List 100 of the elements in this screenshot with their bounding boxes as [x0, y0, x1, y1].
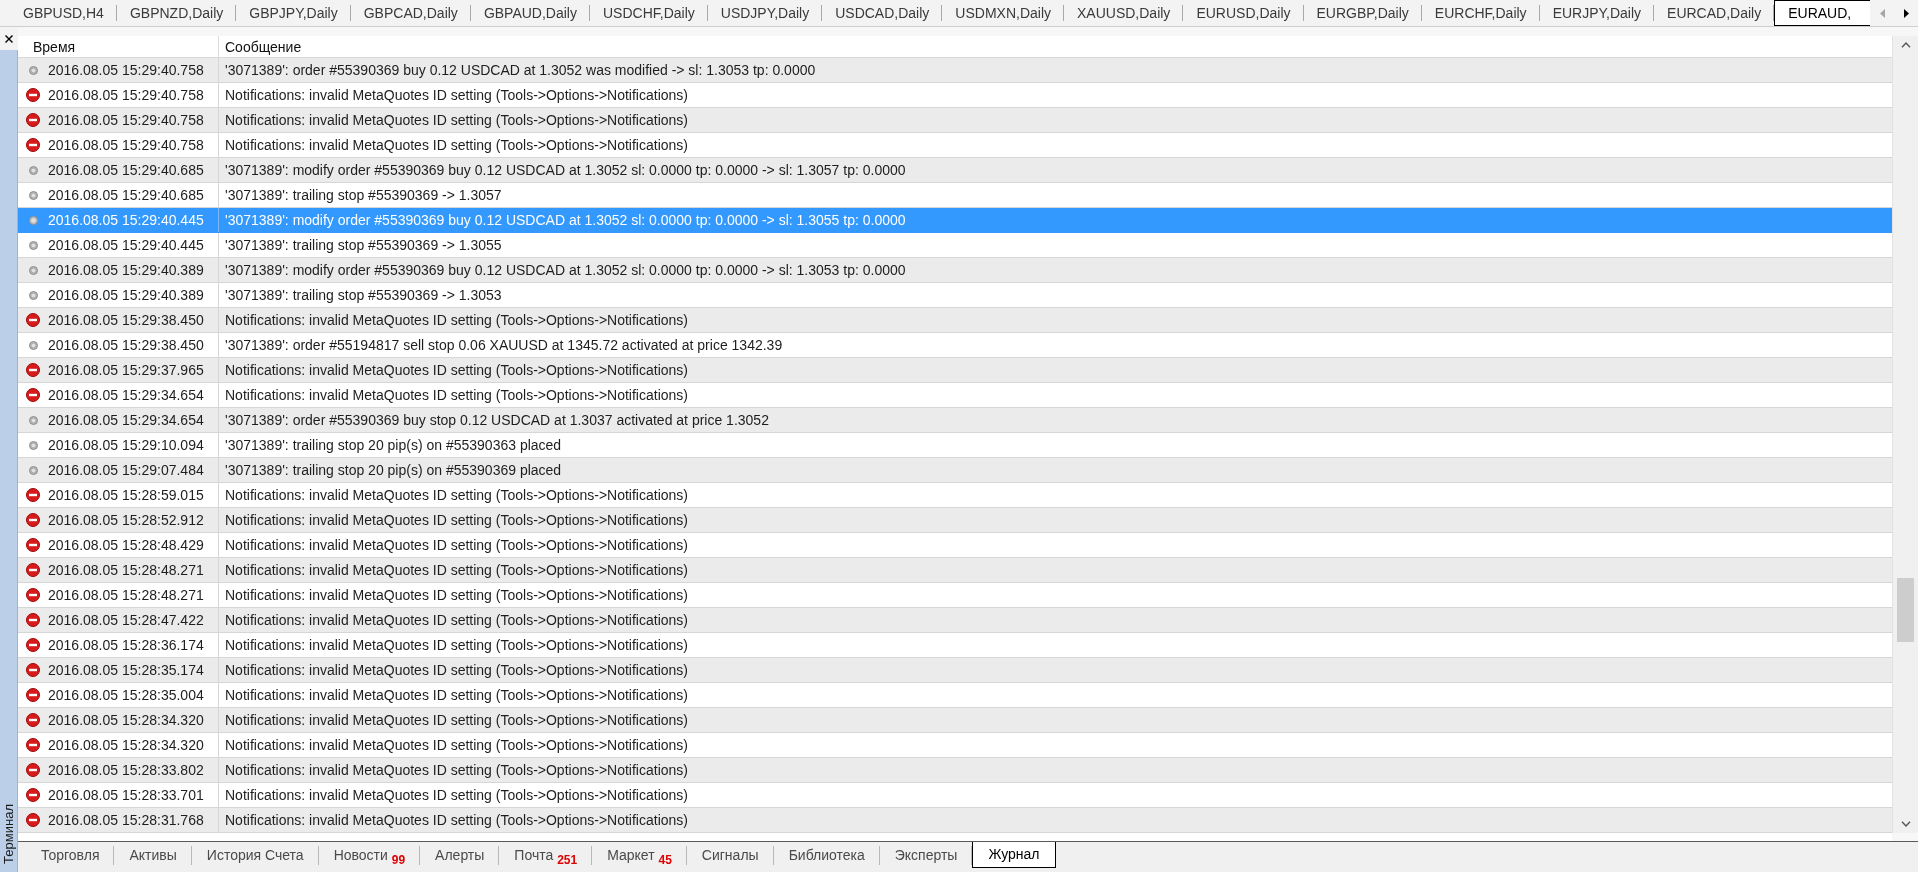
log-message: Notifications: invalid MetaQuotes ID setting (Tools->Options->Notifications) [225, 137, 688, 153]
log-row[interactable]: 2016.08.05 15:28:31.768 Notifications: invalid MetaQuotes ID setting (Tools->Options->Notifications) [18, 808, 1892, 833]
scrollbar-track[interactable] [1892, 36, 1918, 833]
log-row[interactable]: 2016.08.05 15:28:34.320 Notifications: invalid MetaQuotes ID setting (Tools->Options->Notifications) [18, 708, 1892, 733]
log-row[interactable]: 2016.08.05 15:28:59.015 Notifications: invalid MetaQuotes ID setting (Tools->Options->Notifications) [18, 483, 1892, 508]
column-header[interactable]: Время [33, 38, 76, 55]
chart-tab[interactable]: GBPJPY,Daily [236, 0, 351, 26]
terminal-tab[interactable]: Журнал [972, 842, 1056, 868]
log-message: Notifications: invalid MetaQuotes ID setting (Tools->Options->Notifications) [225, 112, 688, 128]
log-row[interactable]: 2016.08.05 15:28:33.701 Notifications: invalid MetaQuotes ID setting (Tools->Options->Notifications) [18, 783, 1892, 808]
chart-tab[interactable]: GBPUSD,H4 [10, 0, 117, 26]
chart-tab[interactable]: USDJPY,Daily [707, 0, 823, 26]
terminal-tab[interactable]: Торговля [26, 842, 115, 868]
chart-tab[interactable]: USDMXN,Daily [942, 0, 1064, 26]
log-row[interactable]: 2016.08.05 15:29:40.445 '3071389': trailing stop #55390369 -> 1.3055 [18, 233, 1892, 258]
no-entry-icon [26, 613, 40, 627]
log-time: 2016.08.05 15:28:48.271 [48, 562, 204, 578]
chart-tab[interactable]: GBPAUD,Daily [470, 0, 590, 26]
log-row[interactable]: 2016.08.05 15:29:40.685 '3071389': trailing stop #55390369 -> 1.3057 [18, 183, 1892, 208]
dot-icon [28, 190, 38, 200]
terminal-tab[interactable]: Новости 99 [318, 842, 421, 868]
log-row[interactable]: 2016.08.05 15:29:34.654 Notifications: invalid MetaQuotes ID setting (Tools->Options->Notifications) [18, 383, 1892, 408]
log-row[interactable]: 2016.08.05 15:29:07.484 '3071389': trailing stop 20 pip(s) on #55390369 placed [18, 458, 1892, 483]
log-row[interactable]: 2016.08.05 15:29:34.654 '3071389': order #55390369 buy stop 0.12 USDCAD at 1.3037 activated at price 1.3052 [18, 408, 1892, 433]
log-time: 2016.08.05 15:28:59.015 [48, 487, 204, 503]
terminal-tab[interactable]: Библиотека [773, 842, 880, 868]
log-time: 2016.08.05 15:29:34.654 [48, 412, 204, 428]
log-row[interactable]: 2016.08.05 15:29:40.389 '3071389': modify order #55390369 buy 0.12 USDCAD at 1.3052 sl: 0.0000 tp: 0.0000 -> sl: 1.3053 tp: 0.0000 [18, 258, 1892, 283]
no-entry-icon [26, 538, 40, 552]
terminal-tab[interactable]: Эксперты [879, 842, 973, 868]
log-message: Notifications: invalid MetaQuotes ID setting (Tools->Options->Notifications) [225, 787, 688, 803]
terminal-tab[interactable]: Активы [114, 842, 192, 868]
log-message: Notifications: invalid MetaQuotes ID setting (Tools->Options->Notifications) [225, 812, 688, 828]
terminal-tab[interactable]: Сигналы [686, 842, 774, 868]
log-row[interactable]: 2016.08.05 15:29:40.758 Notifications: invalid MetaQuotes ID setting (Tools->Options->Notifications) [18, 83, 1892, 108]
log-message: Notifications: invalid MetaQuotes ID setting (Tools->Options->Notifications) [225, 612, 688, 628]
log-message: '3071389': trailing stop 20 pip(s) on #55390363 placed [225, 437, 562, 453]
log-row[interactable]: 2016.08.05 15:29:40.389 '3071389': trailing stop #55390369 -> 1.3053 [18, 283, 1892, 308]
terminal-tab[interactable]: История Счета [191, 842, 319, 868]
terminal-tab[interactable]: Маркет 45 [592, 842, 687, 868]
log-row[interactable]: 2016.08.05 15:29:40.758 Notifications: invalid MetaQuotes ID setting (Tools->Options->Notifications) [18, 108, 1892, 133]
log-time: 2016.08.05 15:29:40.758 [48, 112, 204, 128]
log-time: 2016.08.05 15:29:40.389 [48, 262, 204, 278]
triangle-left-icon [1879, 8, 1885, 18]
log-time: 2016.08.05 15:28:47.422 [48, 612, 204, 628]
chart-tab[interactable]: USDCAD,Daily [822, 0, 943, 26]
log-message: '3071389': trailing stop 20 pip(s) on #55390369 placed [225, 462, 562, 478]
log-row[interactable]: 2016.08.05 15:28:52.912 Notifications: invalid MetaQuotes ID setting (Tools->Options->Notifications) [18, 508, 1892, 533]
log-time: 2016.08.05 15:29:40.685 [48, 187, 204, 203]
chart-tab[interactable]: EURAUD, [1774, 0, 1870, 26]
log-row[interactable]: 2016.08.05 15:29:38.450 Notifications: invalid MetaQuotes ID setting (Tools->Options->Notifications) [18, 308, 1892, 333]
log-message: '3071389': order #55390369 buy stop 0.12 USDCAD at 1.3037 activated at price 1.3052 [225, 412, 769, 428]
chart-tab[interactable]: GBPNZD,Daily [116, 0, 237, 26]
log-row[interactable]: 2016.08.05 15:29:37.965 Notifications: invalid MetaQuotes ID setting (Tools->Options->Notifications) [18, 358, 1892, 383]
chart-tab[interactable]: GBPCAD,Daily [350, 0, 471, 26]
terminal-tab[interactable]: Алерты [420, 842, 500, 868]
log-row[interactable]: 2016.08.05 15:29:40.685 '3071389': modify order #55390369 buy 0.12 USDCAD at 1.3052 sl: 0.0000 tp: 0.0000 -> sl: 1.3057 tp: 0.0000 [18, 158, 1892, 183]
triangle-right-icon [1903, 8, 1909, 18]
chevron-down-icon [1900, 821, 1911, 827]
chart-tab[interactable]: USDCHF,Daily [589, 0, 708, 26]
log-row[interactable]: 2016.08.05 15:28:48.271 Notifications: invalid MetaQuotes ID setting (Tools->Options->Notifications) [18, 558, 1892, 583]
log-time: 2016.08.05 15:29:40.758 [48, 137, 204, 153]
log-row[interactable]: 2016.08.05 15:28:48.429 Notifications: invalid MetaQuotes ID setting (Tools->Options->Notifications) [18, 533, 1892, 558]
log-time: 2016.08.05 15:28:35.004 [48, 687, 204, 703]
chart-tab[interactable]: EURCHF,Daily [1421, 0, 1540, 26]
log-row[interactable]: 2016.08.05 15:28:48.271 Notifications: invalid MetaQuotes ID setting (Tools->Options->Notifications) [18, 583, 1892, 608]
column-header[interactable]: Сообщение [225, 38, 302, 55]
log-time: 2016.08.05 15:28:33.701 [48, 787, 204, 803]
no-entry-icon [26, 763, 40, 777]
log-row[interactable]: 2016.08.05 15:28:47.422 Notifications: invalid MetaQuotes ID setting (Tools->Options->Notifications) [18, 608, 1892, 633]
side-panel[interactable]: Терминал [0, 50, 18, 872]
log-time: 2016.08.05 15:28:52.912 [48, 512, 204, 528]
log-row[interactable]: 2016.08.05 15:28:35.004 Notifications: invalid MetaQuotes ID setting (Tools->Options->Notifications) [18, 683, 1892, 708]
chart-tab[interactable]: XAUUSD,Daily [1064, 0, 1184, 26]
log-row[interactable]: 2016.08.05 15:29:38.450 '3071389': order #55194817 sell stop 0.06 XAUUSD at 1345.72 activated at price 1342.39 [18, 333, 1892, 358]
log-time: 2016.08.05 15:29:07.484 [48, 462, 204, 478]
dot-icon [28, 415, 38, 425]
log-row[interactable]: 2016.08.05 15:28:33.802 Notifications: invalid MetaQuotes ID setting (Tools->Options->Notifications) [18, 758, 1892, 783]
log-row[interactable]: 2016.08.05 15:28:35.174 Notifications: invalid MetaQuotes ID setting (Tools->Options->Notifications) [18, 658, 1892, 683]
terminal-tab[interactable]: Почта 251 [499, 842, 593, 868]
log-row[interactable]: 2016.08.05 15:28:34.320 Notifications: invalid MetaQuotes ID setting (Tools->Options->Notifications) [18, 733, 1892, 758]
no-entry-icon [26, 388, 40, 402]
log-time: 2016.08.05 15:28:33.802 [48, 762, 204, 778]
log-row[interactable]: 2016.08.05 15:28:36.174 Notifications: invalid MetaQuotes ID setting (Tools->Options->Notifications) [18, 633, 1892, 658]
log-row[interactable]: 2016.08.05 15:29:40.758 Notifications: invalid MetaQuotes ID setting (Tools->Options->Notifications) [18, 133, 1892, 158]
log-row[interactable]: 2016.08.05 15:29:40.758 '3071389': order #55390369 buy 0.12 USDCAD at 1.3052 was modified -> sl: 1.3053 tp: 0.0000 [18, 58, 1892, 83]
log-time: 2016.08.05 15:28:34.320 [48, 712, 204, 728]
log-time: 2016.08.05 15:29:38.450 [48, 337, 204, 353]
log-message: Notifications: invalid MetaQuotes ID setting (Tools->Options->Notifications) [225, 512, 688, 528]
dot-icon [28, 265, 38, 275]
log-message: Notifications: invalid MetaQuotes ID setting (Tools->Options->Notifications) [225, 537, 688, 553]
chart-tab[interactable]: EURUSD,Daily [1183, 0, 1304, 26]
unread-count: 251 [557, 853, 578, 866]
scrollbar-thumb[interactable] [1897, 578, 1914, 642]
chart-tab[interactable]: EURGBP,Daily [1303, 0, 1422, 26]
chart-tab[interactable]: EURCAD,Daily [1654, 0, 1775, 26]
log-row[interactable]: 2016.08.05 15:29:10.094 '3071389': trailing stop 20 pip(s) on #55390363 placed [18, 433, 1892, 458]
log-message: Notifications: invalid MetaQuotes ID setting (Tools->Options->Notifications) [225, 712, 688, 728]
chart-tab[interactable]: EURJPY,Daily [1539, 0, 1655, 26]
unread-count: 45 [658, 853, 672, 866]
